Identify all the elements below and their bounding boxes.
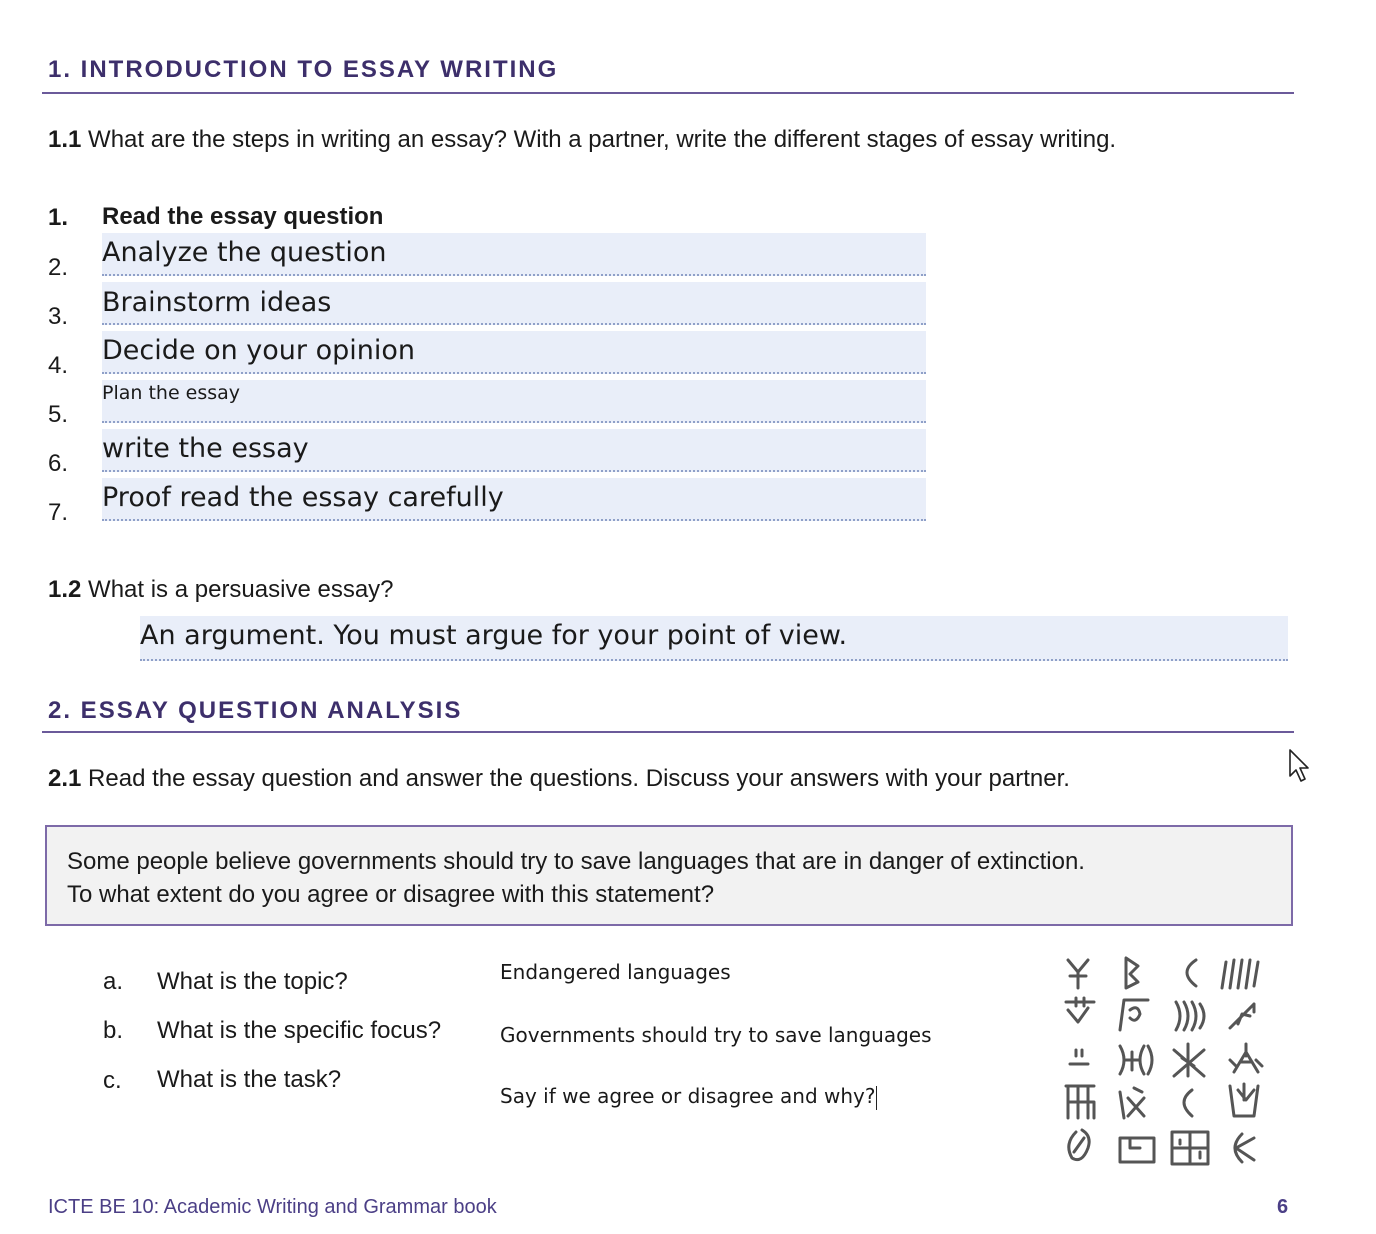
sub-question-answer-text: Say if we agree or disagree and why? [500,1084,876,1108]
step-number: 7. [48,499,69,526]
step-number: 2. [48,254,69,281]
step-number: 3. [48,303,69,330]
sub-question-text: What is the task? [157,1066,342,1093]
page-number: 6 [1277,1196,1289,1218]
step-answer-field[interactable]: write the essay [102,429,926,472]
sub-question-text: What is the topic? [157,968,348,995]
question-1-1-text: What are the steps in writing an essay? … [81,126,1117,153]
step-number: 4. [48,352,69,379]
sub-question-letter: a. [103,968,124,995]
question-2-1: 2.1 Read the essay question and answer t… [48,765,1070,793]
statement-line: To what extent do you agree or disagree … [67,881,715,908]
sub-question-letter: c. [103,1067,122,1094]
step-number: 6. [48,450,69,477]
step-number: 5. [48,401,69,428]
question-2-1-text: Read the essay question and answer the q… [81,765,1070,792]
essay-statement-box: Some people believe governments should t… [45,825,1293,926]
sub-question-answer-field[interactable]: Governments should try to save languages [500,1023,932,1047]
question-1-2-text: What is a persuasive essay? [81,576,394,603]
step-answer-field[interactable]: Brainstorm ideas [102,282,926,325]
text-caret-icon [876,1085,878,1110]
step-text: Read the essay question [102,203,384,230]
statement-line: Some people believe governments should t… [67,848,1085,875]
step-answer-field[interactable]: Decide on your opinion [102,331,926,374]
footer-book-title: ICTE BE 10: Academic Writing and Grammar… [48,1196,497,1218]
question-1-1-number: 1.1 [48,126,82,153]
section-1-divider [42,92,1294,94]
persuasive-essay-answer-field[interactable]: An argument. You must argue for your poi… [140,616,1288,661]
section-2-heading: 2. ESSAY QUESTION ANALYSIS [48,697,463,724]
step-answer-field[interactable]: Analyze the question [102,233,926,276]
step-answer-field[interactable]: Plan the essay [102,380,926,423]
question-1-2: 1.2 What is a persuasive essay? [48,576,394,604]
mouse-pointer-icon [1288,748,1312,789]
sub-question-letter: b. [103,1017,124,1044]
question-1-2-number: 1.2 [48,576,82,603]
question-2-1-number: 2.1 [48,765,82,792]
section-1-heading: 1. INTRODUCTION TO ESSAY WRITING [48,56,559,83]
sub-question-answer-field[interactable]: Say if we agree or disagree and why? [500,1084,878,1110]
sub-question-text: What is the specific focus? [157,1017,442,1044]
ancient-script-glyphs-icon [1058,952,1278,1172]
section-2-divider [42,731,1294,733]
step-answer-field[interactable]: Proof read the essay carefully [102,478,926,521]
question-1-1: 1.1 What are the steps in writing an ess… [48,126,1116,154]
sub-question-answer-field[interactable]: Endangered languages [500,960,731,984]
step-number: 1. [48,204,69,231]
